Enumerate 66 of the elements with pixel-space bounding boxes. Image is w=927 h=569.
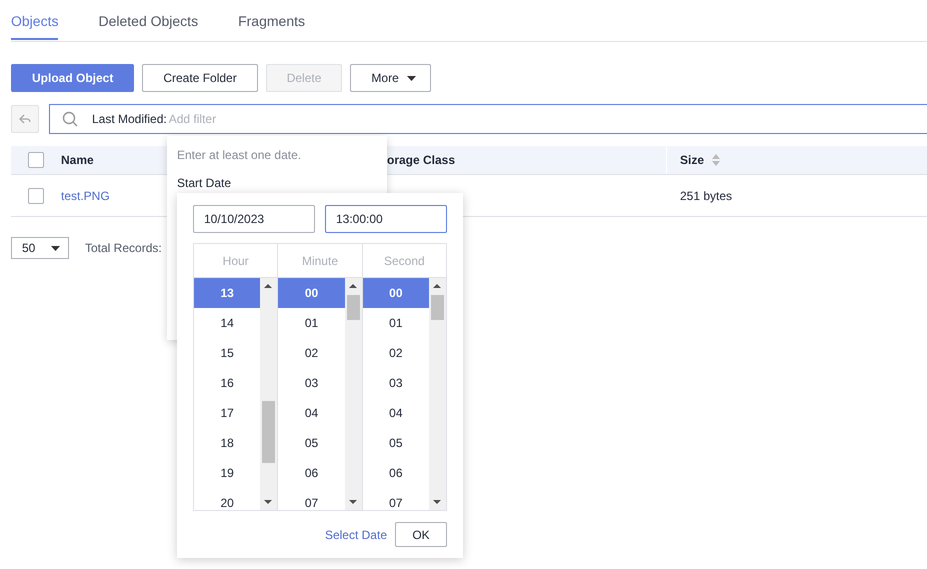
scroll-down-icon[interactable] — [432, 500, 441, 504]
column-header: orage Class — [387, 153, 456, 167]
scroll-down-icon[interactable] — [264, 500, 272, 504]
time-option[interactable]: 03 — [278, 368, 345, 398]
scroll-thumb[interactable] — [262, 401, 276, 463]
filter-label: Last Modified: — [92, 112, 167, 126]
dropdown-button[interactable]: More — [350, 64, 431, 92]
time-option[interactable]: 20 — [194, 488, 260, 510]
file-link[interactable]: test.PNG — [61, 188, 110, 202]
select-date-link[interactable]: Select Date — [324, 528, 387, 542]
caret-icon — [406, 76, 416, 80]
time-option[interactable]: 07 — [362, 488, 429, 510]
time-option[interactable]: 07 — [278, 488, 345, 510]
time-option[interactable]: 01 — [362, 308, 429, 338]
time-option[interactable]: 02 — [362, 338, 429, 368]
checkbox[interactable] — [28, 188, 44, 204]
time-option[interactable]: 05 — [278, 428, 345, 458]
tab[interactable]: Deleted Objects — [98, 0, 198, 38]
scroll-up-icon[interactable] — [348, 284, 357, 288]
column-header: Size — [680, 153, 704, 167]
hint-text: Enter at least one date. — [177, 148, 302, 162]
tab[interactable]: Fragments — [238, 0, 305, 38]
time-option[interactable]: 06 — [362, 458, 429, 488]
time-option[interactable]: 04 — [278, 398, 345, 428]
time-option[interactable]: 05 — [362, 428, 429, 458]
scroll-thumb[interactable] — [346, 295, 360, 320]
scrollbar[interactable] — [428, 278, 446, 510]
time-option[interactable]: 14 — [194, 308, 260, 338]
search-icon — [62, 111, 78, 127]
scrollbar[interactable] — [260, 278, 278, 510]
time-option[interactable]: 15 — [194, 338, 260, 368]
scroll-up-icon[interactable] — [264, 284, 272, 288]
column-header: Name — [61, 153, 94, 167]
tab[interactable]: Objects — [11, 0, 58, 40]
button[interactable]: Create Folder — [142, 64, 258, 92]
field-label: Start Date — [177, 176, 232, 190]
back-arrow-icon — [19, 114, 31, 124]
search-bar[interactable]: Last Modified: Add filter — [49, 104, 927, 134]
page-size-select[interactable]: 50 — [11, 237, 69, 259]
ok-button[interactable]: OK — [395, 522, 447, 547]
scrollbar[interactable] — [344, 278, 362, 510]
time-option[interactable]: 02 — [278, 338, 345, 368]
time-option[interactable]: 18 — [194, 428, 260, 458]
time-option[interactable]: 16 — [194, 368, 260, 398]
date-field[interactable]: 10/10/2023 — [193, 205, 315, 233]
time-option[interactable]: 17 — [194, 398, 260, 428]
button[interactable]: Upload Object — [11, 64, 134, 92]
scroll-up-icon[interactable] — [432, 284, 441, 288]
time-option[interactable]: 19 — [194, 458, 260, 488]
checkbox[interactable] — [28, 152, 44, 168]
scroll-down-icon[interactable] — [348, 500, 357, 504]
time-option[interactable]: 03 — [362, 368, 429, 398]
time-option[interactable]: 06 — [278, 458, 345, 488]
time-option[interactable]: 00 — [362, 278, 429, 308]
time-field[interactable]: 13:00:00 — [325, 205, 447, 233]
time-option[interactable]: 01 — [278, 308, 345, 338]
back-button[interactable] — [11, 105, 39, 133]
scroll-thumb[interactable] — [430, 295, 444, 320]
total-records-label: Total Records: — [85, 241, 162, 255]
table-cell: 251 bytes — [680, 188, 732, 202]
caret-icon — [51, 246, 60, 250]
page-size-value: 50 — [22, 241, 36, 255]
time-option[interactable]: 00 — [278, 278, 345, 308]
time-option[interactable]: 04 — [362, 398, 429, 428]
sort-icon[interactable] — [712, 154, 720, 166]
time-option[interactable]: 13 — [194, 278, 260, 308]
